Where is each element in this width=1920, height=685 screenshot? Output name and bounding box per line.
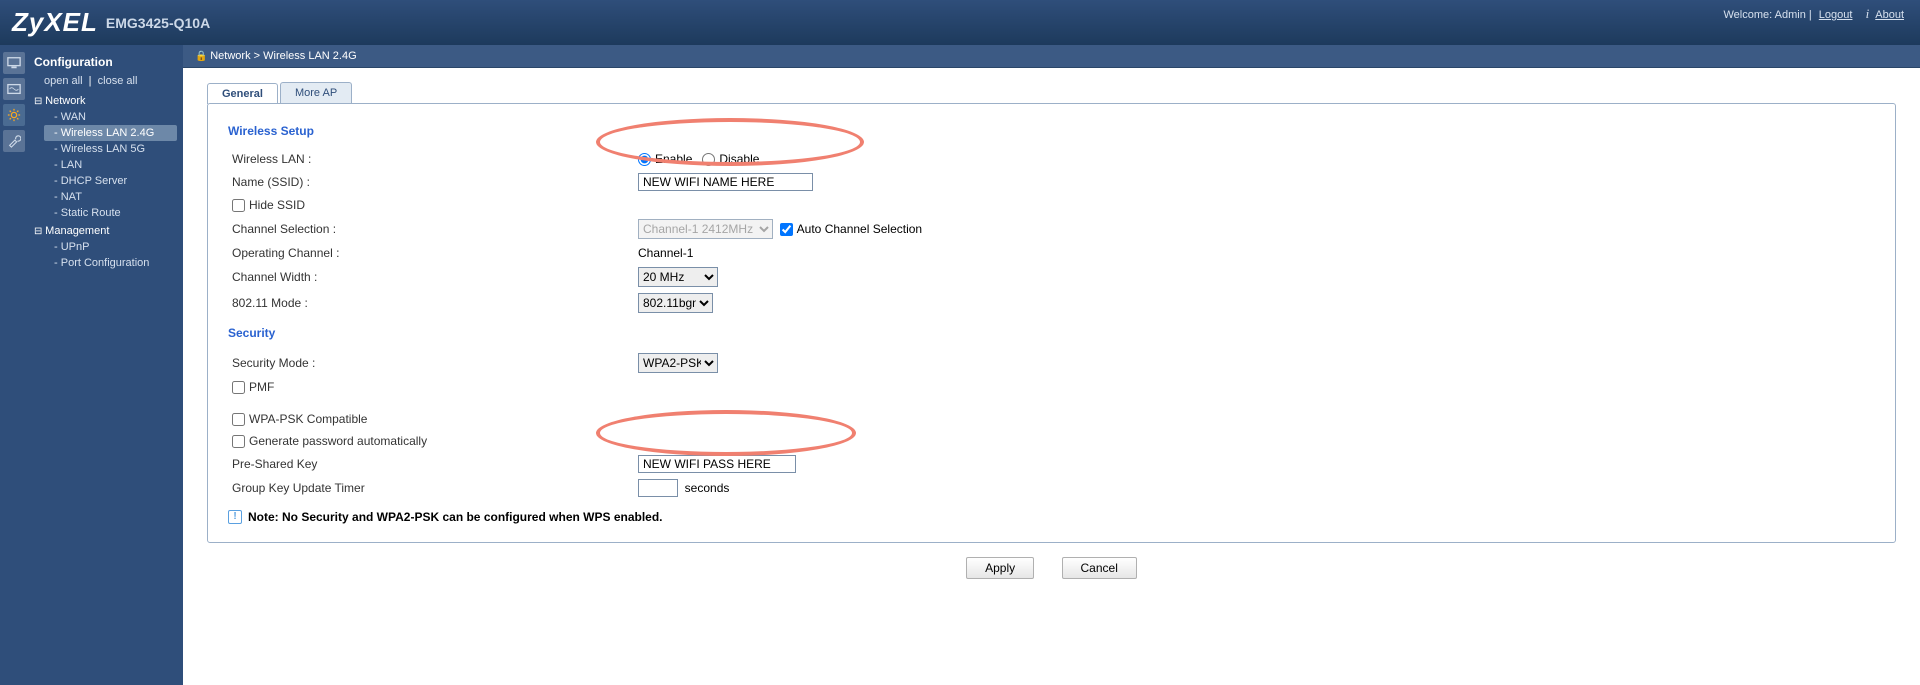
nav-group-management[interactable]: Management — [34, 223, 177, 239]
label-wpa-compat: WPA-PSK Compatible — [249, 412, 367, 426]
checkbox-hide-ssid[interactable] — [232, 199, 245, 212]
status-icon[interactable] — [3, 78, 25, 100]
note-icon: ! — [228, 510, 242, 524]
cancel-button[interactable]: Cancel — [1062, 557, 1137, 579]
apply-button[interactable]: Apply — [966, 557, 1034, 579]
wpa-compat-wrap[interactable]: WPA-PSK Compatible — [232, 412, 367, 426]
close-all-link[interactable]: close all — [98, 75, 138, 87]
psk-input[interactable] — [638, 455, 796, 473]
label-group-timer: Group Key Update Timer — [228, 481, 638, 495]
model-name: EMG3425-Q10A — [106, 15, 210, 31]
checkbox-gen-pass[interactable] — [232, 435, 245, 448]
nav-item-dhcp[interactable]: DHCP Server — [44, 173, 177, 189]
nav-item-nat[interactable]: NAT — [44, 189, 177, 205]
label-channel-selection: Channel Selection : — [228, 222, 638, 236]
info-icon: i — [1866, 6, 1870, 21]
group-timer-input[interactable] — [638, 479, 678, 497]
label-pmf: PMF — [249, 380, 274, 394]
label-security-mode: Security Mode : — [228, 356, 638, 370]
label-psk: Pre-Shared Key — [228, 457, 638, 471]
section-title-security: Security — [228, 326, 1875, 340]
monitor-icon[interactable] — [3, 52, 25, 74]
open-all-link[interactable]: open all — [44, 75, 83, 87]
select-ch-width[interactable]: 20 MHz — [638, 267, 718, 287]
checkbox-pmf[interactable] — [232, 381, 245, 394]
form-panel: Wireless Setup Wireless LAN : Enable Dis… — [207, 103, 1896, 543]
select-channel[interactable]: Channel-1 2412MHz — [638, 219, 773, 239]
value-op-channel: Channel-1 — [638, 246, 1875, 260]
checkbox-wpa-compat[interactable] — [232, 413, 245, 426]
welcome-text: Welcome: Admin | — [1723, 9, 1811, 21]
label-auto-channel: Auto Channel Selection — [797, 222, 922, 236]
nav-item-lan[interactable]: LAN — [44, 157, 177, 173]
note-text: Note: No Security and WPA2-PSK can be co… — [248, 510, 663, 524]
brand-logo: ZyXEL — [12, 7, 98, 38]
button-bar: Apply Cancel — [183, 557, 1920, 579]
about-link[interactable]: About — [1875, 9, 1904, 21]
note-row: ! Note: No Security and WPA2-PSK can be … — [228, 510, 1875, 524]
label-hide-ssid: Hide SSID — [249, 198, 305, 212]
logout-link[interactable]: Logout — [1819, 9, 1853, 21]
tab-more-ap[interactable]: More AP — [280, 82, 352, 103]
label-seconds: seconds — [685, 481, 730, 495]
nav-actions: open all | close all — [34, 75, 177, 87]
select-80211[interactable]: 802.11bgn — [638, 293, 713, 313]
nav-item-static[interactable]: Static Route — [44, 205, 177, 221]
nav-title: Configuration — [34, 55, 177, 69]
left-icon-rail — [0, 45, 28, 685]
nav-item-wlan5[interactable]: Wireless LAN 5G — [44, 141, 177, 157]
auto-channel-wrap[interactable]: Auto Channel Selection — [780, 222, 922, 236]
label-ch-width: Channel Width : — [228, 270, 638, 284]
nav-group-network[interactable]: Network — [34, 93, 177, 109]
label-gen-pass: Generate password automatically — [249, 434, 427, 448]
radio-disable-label: Disable — [719, 152, 759, 166]
gen-pass-wrap[interactable]: Generate password automatically — [232, 434, 427, 448]
gear-icon[interactable] — [3, 104, 25, 126]
checkbox-auto-channel[interactable] — [780, 223, 793, 236]
tool-icon[interactable] — [3, 130, 25, 152]
radio-enable-label: Enable — [655, 152, 692, 166]
select-security[interactable]: WPA2-PSK — [638, 353, 718, 373]
label-80211: 802.11 Mode : — [228, 296, 638, 310]
tabs: GeneralMore AP — [207, 82, 1920, 103]
label-wireless-lan: Wireless LAN : — [228, 152, 638, 166]
nav-item-upnp[interactable]: UPnP — [44, 239, 177, 255]
label-ssid: Name (SSID) : — [228, 175, 638, 189]
header-user-area: Welcome: Admin | Logout i About — [1723, 6, 1908, 22]
hide-ssid-wrap[interactable]: Hide SSID — [232, 198, 305, 212]
tab-general[interactable]: General — [207, 83, 278, 104]
pmf-wrap[interactable]: PMF — [232, 380, 274, 394]
label-op-channel: Operating Channel : — [228, 246, 638, 260]
nav-panel: Configuration open all | close all Netwo… — [28, 45, 183, 685]
nav-item-wan[interactable]: WAN — [44, 109, 177, 125]
radio-enable-wrap[interactable]: Enable — [638, 152, 692, 166]
breadcrumb: Network > Wireless LAN 2.4G — [183, 45, 1920, 68]
ssid-input[interactable] — [638, 173, 813, 191]
section-title-wireless: Wireless Setup — [228, 124, 1875, 138]
radio-disable-wrap[interactable]: Disable — [702, 152, 759, 166]
header-bar: ZyXEL EMG3425-Q10A Welcome: Admin | Logo… — [0, 0, 1920, 45]
radio-disable[interactable] — [702, 153, 715, 166]
nav-item-portcfg[interactable]: Port Configuration — [44, 255, 177, 271]
nav-item-wlan24[interactable]: Wireless LAN 2.4G — [44, 125, 177, 141]
radio-enable[interactable] — [638, 153, 651, 166]
